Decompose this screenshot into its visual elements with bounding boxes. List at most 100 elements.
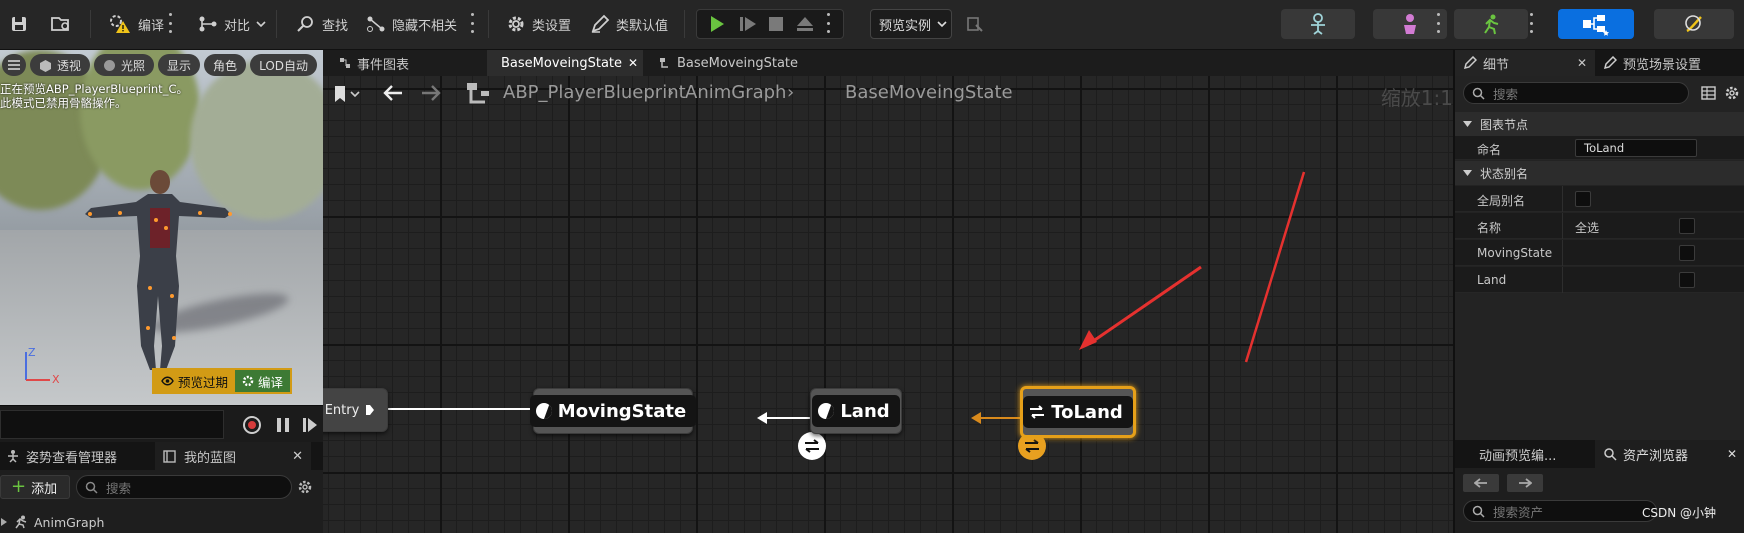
debug-object-icon [967, 17, 983, 32]
tab-base-moveing-state-active[interactable]: BaseMoveingState ✕ [487, 50, 643, 76]
tree-item-animgraph[interactable]: AnimGraph [0, 512, 323, 532]
preview-instance-label: 预览实例 [879, 18, 932, 34]
blueprint-search-input[interactable]: 搜索 [76, 475, 292, 499]
show-button[interactable]: 显示 [158, 54, 201, 76]
eject-button[interactable] [790, 9, 820, 39]
settings-gear-icon[interactable] [1724, 85, 1740, 101]
diff-label: 对比 [224, 18, 251, 34]
step-forward-icon[interactable] [302, 417, 318, 433]
add-button[interactable]: + 添加 [0, 475, 70, 499]
name-row-label: 名称 [1477, 221, 1502, 235]
lighting-button[interactable]: 光照 [94, 54, 155, 76]
stop-button[interactable] [762, 9, 790, 39]
class-defaults-button[interactable]: 类默认值 [584, 9, 674, 39]
asset-search-input[interactable]: 搜索资产 [1463, 500, 1657, 522]
select-all-label: 全选 [1575, 221, 1600, 235]
tab-asset-browser[interactable]: 资产浏览器 ✕ [1595, 440, 1744, 468]
timeline-track[interactable] [0, 410, 224, 439]
physics-mode-button[interactable] [1654, 9, 1734, 39]
pause-icon[interactable] [276, 417, 290, 433]
animation-options-icon[interactable] [1529, 13, 1533, 33]
blueprint-mode-button[interactable] [1558, 9, 1634, 39]
chevron-down-icon [256, 21, 266, 28]
tab-details[interactable]: 细节 ✕ [1455, 50, 1595, 76]
record-icon [248, 421, 256, 429]
diff-button[interactable]: 对比 [192, 9, 272, 39]
tab-pose-watch-label: 姿势查看管理器 [26, 450, 118, 466]
animation-mode-button[interactable] [1454, 9, 1528, 39]
play-icon [711, 16, 724, 32]
history-back-button[interactable] [1463, 474, 1499, 492]
annotation-arrow-alias [1244, 171, 1306, 363]
close-icon[interactable]: ✕ [1577, 56, 1587, 70]
tab-event-graph-label: 事件图表 [357, 57, 410, 73]
perspective-label: 透视 [57, 58, 82, 73]
property-row-alias-moving-state: MovingState [1455, 240, 1744, 266]
category-state-alias[interactable]: 状态别名 [1455, 161, 1744, 185]
browse-button[interactable] [44, 9, 78, 39]
tab-asset-browser-label: 资产浏览器 [1623, 448, 1689, 464]
save-icon [12, 17, 26, 31]
compile-options-icon[interactable] [168, 13, 172, 33]
alias-moving-state-checkbox[interactable] [1679, 245, 1695, 261]
hide-unrelated-options-icon[interactable] [470, 13, 474, 33]
debug-object-button[interactable] [960, 9, 990, 39]
skeleton-mode-button[interactable] [1281, 9, 1355, 39]
play-button[interactable] [702, 9, 732, 39]
category-graph-node[interactable]: 图表节点 [1455, 112, 1744, 136]
viewport-menu-button[interactable] [2, 54, 26, 76]
property-row-name-select-all: 名称 全选 [1455, 213, 1744, 239]
alias-land-checkbox[interactable] [1679, 272, 1695, 288]
tab-my-blueprint[interactable]: 我的蓝图 ✕ [155, 442, 312, 470]
close-icon[interactable]: ✕ [1727, 447, 1737, 461]
character-button[interactable]: 角色 [204, 54, 247, 76]
table-view-icon[interactable] [1701, 86, 1716, 100]
record-button[interactable] [243, 416, 261, 434]
global-alias-checkbox[interactable] [1575, 191, 1591, 207]
close-icon[interactable]: ✕ [628, 56, 638, 70]
lod-label: LOD自动 [259, 58, 309, 73]
compile-button[interactable]: 编译 [102, 9, 170, 39]
class-settings-button[interactable]: 类设置 [500, 9, 577, 39]
step-button[interactable] [733, 9, 763, 39]
tab-preview-scene-label: 预览场景设置 [1623, 57, 1702, 73]
eject-icon [797, 17, 813, 31]
axis-x-label: X [52, 373, 60, 386]
preview-instance-dropdown[interactable]: 预览实例 [870, 9, 952, 39]
tab-base-moveing-state-2-label: BaseMoveingState [677, 55, 799, 71]
class-defaults-label: 类默认值 [616, 18, 669, 34]
name-input[interactable]: ToLand [1575, 139, 1697, 157]
preview-viewport[interactable]: 透视 光照 显示 角色 LOD自动 正在预览ABP_PlayerBlueprin… [0, 50, 323, 405]
compile-badge[interactable]: 编译 [235, 370, 291, 392]
cube-icon [40, 59, 51, 72]
select-all-checkbox[interactable] [1679, 218, 1695, 234]
timeline-bar [0, 405, 323, 442]
event-graph-icon [340, 58, 350, 68]
tab-event-graph[interactable]: 事件图表 [331, 50, 417, 76]
save-button[interactable] [4, 9, 34, 39]
history-forward-button[interactable] [1507, 474, 1543, 492]
settings-gear-icon[interactable] [297, 479, 313, 495]
lod-button[interactable]: LOD自动 [250, 54, 318, 76]
tab-base-moveing-state-2[interactable]: BaseMoveingState [651, 50, 806, 76]
preview-outdated-badge[interactable]: 预览过期 [154, 370, 236, 392]
tab-my-blueprint-label: 我的蓝图 [184, 450, 237, 466]
property-row-alias-land: Land [1455, 267, 1744, 293]
tab-anim-preview-editor[interactable]: 动画预览编... [1455, 440, 1595, 468]
tab-preview-scene-settings[interactable]: 预览场景设置 [1595, 50, 1709, 76]
preview-outdated-label: 预览过期 [178, 374, 229, 390]
state-machine-icon [660, 58, 668, 68]
graph-tab-bar: 事件图表 BaseMoveingState ✕ BaseMoveingState [323, 50, 1453, 76]
hide-unrelated-button[interactable]: 隐藏不相关 [360, 9, 463, 39]
category-graph-node-label: 图表节点 [1480, 117, 1529, 132]
perspective-button[interactable]: 透视 [30, 54, 91, 76]
play-options-icon[interactable] [826, 13, 830, 33]
tab-pose-watch[interactable]: 姿势查看管理器 [0, 442, 123, 470]
find-button[interactable]: 查找 [290, 9, 354, 39]
mesh-options-icon[interactable] [1436, 13, 1440, 33]
details-search-input[interactable]: 搜索 [1463, 82, 1689, 104]
close-icon[interactable]: ✕ [292, 449, 303, 464]
plus-icon: + [11, 476, 27, 497]
anim-graph-canvas[interactable]: ABP_PlayerBlueprint › AnimGraph › BaseMo… [323, 76, 1453, 533]
tree-item-animgraph-label: AnimGraph [34, 514, 105, 530]
